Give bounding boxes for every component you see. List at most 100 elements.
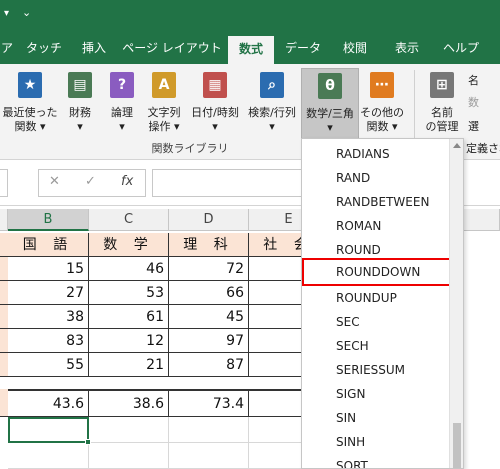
row-strip (0, 257, 8, 281)
empty-cell[interactable] (89, 417, 169, 443)
table-cell[interactable]: 97 (169, 329, 249, 353)
menu-item-rounddown[interactable]: ROUNDDOWN (302, 258, 451, 286)
name-box[interactable] (0, 169, 8, 197)
lookup-label: 検索/行列 ▾ (248, 106, 296, 133)
use-in-formula-item[interactable]: 数 (468, 94, 479, 110)
menu-item-sin[interactable]: SIN (302, 406, 450, 430)
math-trig-button[interactable]: θ 数学/三角 ▾ (301, 68, 359, 140)
logical-button[interactable]: ? 論理 ▾ (104, 68, 140, 140)
formula-input[interactable] (152, 169, 302, 197)
financial-icon: ▤ (68, 72, 92, 98)
column-header-c[interactable]: C (89, 209, 169, 231)
lookup-icon: ⌕ (260, 72, 284, 98)
table-cell[interactable]: 38 (8, 305, 89, 329)
menu-item-sinh[interactable]: SINH (302, 430, 450, 454)
menu-item-sign[interactable]: SIGN (302, 382, 450, 406)
scroll-thumb[interactable] (453, 423, 461, 468)
function-library-group-label: 関数ライブラリ (151, 142, 229, 155)
financial-button[interactable]: ▤ 財務 ▾ (62, 68, 98, 140)
tab-formulas[interactable]: 数式 (228, 34, 274, 64)
empty-cell[interactable] (169, 417, 249, 443)
lookup-button[interactable]: ⌕ 検索/行列 ▾ (244, 68, 300, 140)
text-button[interactable]: A 文字列 操作 ▾ (142, 68, 186, 140)
menu-item-sqrt[interactable]: SQRT (302, 454, 450, 468)
header-cell-japanese[interactable]: 国 語 (8, 233, 89, 257)
tab-data[interactable]: データ (280, 34, 326, 64)
selected-cell[interactable] (8, 417, 91, 445)
calendar-icon: ▦ (203, 72, 227, 98)
tab-help[interactable]: ヘルプ (436, 34, 486, 64)
recent-functions-button[interactable]: ★ 最近使った 関数 ▾ (0, 68, 60, 140)
defined-names-group-label: 定義され (466, 142, 500, 155)
row-strip (0, 305, 8, 329)
column-header-b[interactable]: B (8, 209, 89, 231)
table-cell[interactable]: 12 (89, 329, 169, 353)
quick-access-arrow-icon[interactable]: ▾ (4, 8, 9, 19)
text-label: 文字列 操作 ▾ (147, 106, 181, 133)
math-trig-dropdown: RADIANS RAND RANDBETWEEN ROMAN ROUND ROU… (301, 138, 464, 469)
menu-item-radians[interactable]: RADIANS (302, 142, 450, 166)
header-cell-science[interactable]: 理 科 (169, 233, 249, 257)
column-header-d[interactable]: D (169, 209, 249, 231)
tab-partial[interactable]: ア (0, 34, 14, 64)
formula-buttons: ✕ ✓ fx (38, 169, 146, 197)
table-cell[interactable]: 61 (89, 305, 169, 329)
empty-cell[interactable] (89, 443, 169, 469)
tag-icon: ⊞ (430, 72, 454, 98)
star-icon: ★ (18, 72, 42, 98)
tab-review[interactable]: 校閲 (332, 34, 378, 64)
recent-functions-label: 最近使った 関数 ▾ (2, 106, 58, 133)
define-name-item[interactable]: 名 (468, 72, 479, 88)
table-cell[interactable]: 21 (89, 353, 169, 377)
logical-label: 論理 ▾ (111, 106, 133, 133)
column-header-a[interactable] (0, 209, 8, 231)
row-strip (0, 389, 8, 417)
menu-item-roman[interactable]: ROMAN (302, 214, 450, 238)
menu-item-seriessum[interactable]: SERIESSUM (302, 358, 450, 382)
tab-page-layout[interactable]: ページ レイアウト (122, 34, 222, 64)
table-cell[interactable]: 83 (8, 329, 89, 353)
table-cell[interactable]: 45 (169, 305, 249, 329)
tab-insert[interactable]: 挿入 (72, 34, 116, 64)
menu-item-sech[interactable]: SECH (302, 334, 450, 358)
dropdown-scrollbar[interactable] (449, 139, 463, 468)
average-cell[interactable]: 73.4 (169, 389, 249, 417)
scroll-up-icon[interactable] (453, 143, 461, 148)
more-functions-button[interactable]: ⋯ その他の 関数 ▾ (360, 68, 404, 140)
table-cell[interactable]: 72 (169, 257, 249, 281)
table-cell[interactable]: 15 (8, 257, 89, 281)
row-strip (0, 353, 8, 377)
menu-item-roundup[interactable]: ROUNDUP (302, 286, 450, 310)
row-strip (0, 281, 8, 305)
table-cell[interactable]: 66 (169, 281, 249, 305)
financial-label: 財務 ▾ (69, 106, 91, 133)
menu-item-sec[interactable]: SEC (302, 310, 450, 334)
name-manager-button[interactable]: ⊞ 名前 の管理 (420, 68, 464, 140)
insert-function-icon[interactable]: fx (121, 174, 133, 189)
more-functions-label: その他の 関数 ▾ (360, 106, 404, 133)
name-manager-label: 名前 の管理 (425, 106, 459, 133)
header-cell-math[interactable]: 数 学 (89, 233, 169, 257)
average-cell[interactable]: 43.6 (8, 389, 89, 417)
question-icon: ? (110, 72, 134, 98)
average-cell[interactable]: 38.6 (89, 389, 169, 417)
fill-handle[interactable] (85, 439, 91, 445)
table-cell[interactable]: 55 (8, 353, 89, 377)
empty-cell[interactable] (8, 443, 89, 469)
date-time-button[interactable]: ▦ 日付/時刻 ▾ (188, 68, 242, 140)
tab-touch[interactable]: タッチ (22, 34, 66, 64)
table-cell[interactable]: 27 (8, 281, 89, 305)
table-cell[interactable]: 46 (89, 257, 169, 281)
customize-quick-access-icon[interactable]: ⌄ (22, 6, 31, 19)
table-cell[interactable]: 87 (169, 353, 249, 377)
empty-cell[interactable] (169, 443, 249, 469)
menu-item-rand[interactable]: RAND (302, 166, 450, 190)
table-cell[interactable]: 53 (89, 281, 169, 305)
create-from-selection-item[interactable]: 選 (468, 118, 479, 134)
tab-view[interactable]: 表示 (384, 34, 430, 64)
menu-item-randbetween[interactable]: RANDBETWEEN (302, 190, 450, 214)
ribbon-tabs: ア タッチ 挿入 ページ レイアウト 数式 データ 校閲 表示 ヘルプ (0, 34, 500, 64)
confirm-icon[interactable]: ✓ (85, 174, 96, 189)
cancel-icon[interactable]: ✕ (49, 174, 60, 189)
text-icon: A (152, 72, 176, 98)
